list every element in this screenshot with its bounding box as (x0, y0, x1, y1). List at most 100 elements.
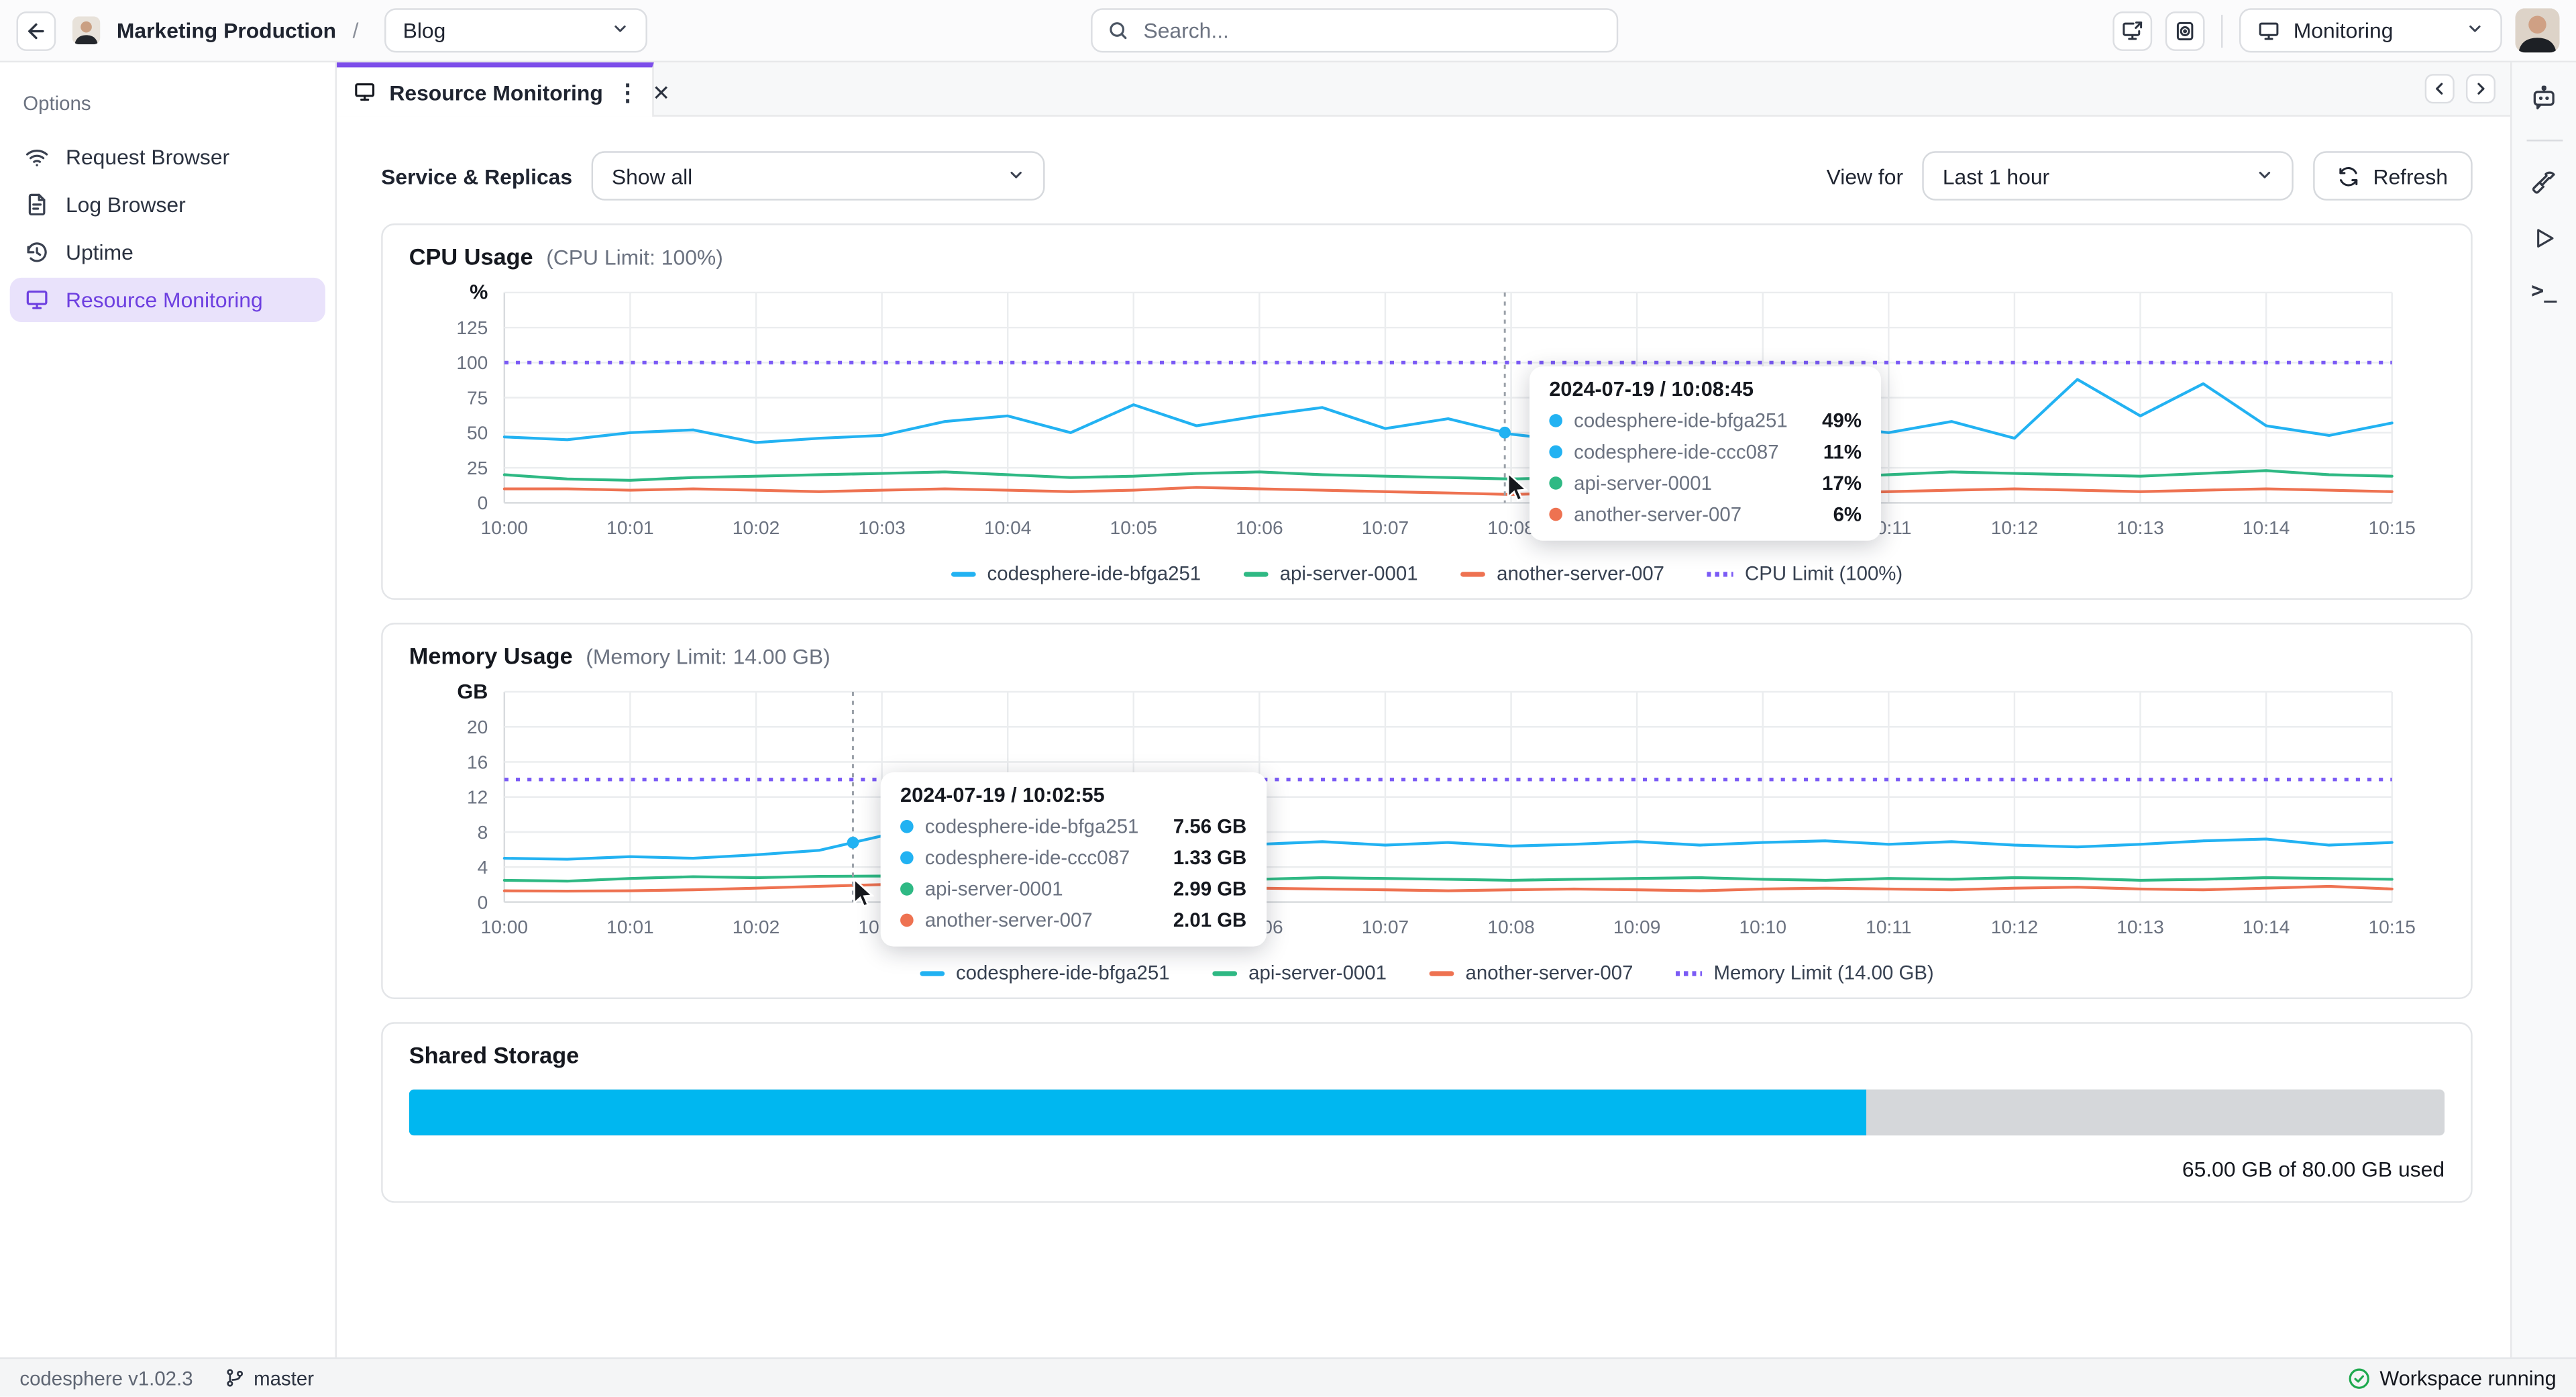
x-tick-label: 10:02 (733, 517, 780, 538)
check-circle-icon (2347, 1366, 2369, 1389)
time-range-select[interactable]: Last 1 hour (1923, 151, 2294, 200)
y-tick-label: 4 (478, 857, 488, 878)
y-tick-label: 16 (467, 752, 488, 772)
series-line-another-server-007 (504, 884, 2392, 891)
legend-item[interactable]: another-server-007 (1460, 562, 1664, 585)
sidebar: Options Request Browser Log Browser Upti… (0, 62, 337, 1357)
monitor-icon (25, 288, 50, 313)
series-line-api-server-0001 (504, 470, 2392, 480)
cpu-usage-chart[interactable]: 10:0010:0110:0210:0310:0410:0510:0610:07… (409, 276, 2448, 558)
cpu-limit-subtitle: (CPU Limit: 100%) (546, 245, 723, 270)
run-play-icon[interactable] (2531, 225, 2557, 252)
x-tick-label: 10:11 (1866, 917, 1911, 937)
legend-label: another-server-007 (1497, 562, 1664, 585)
series-dot (900, 882, 914, 896)
top-bar-divider (2221, 14, 2222, 47)
refresh-button[interactable]: Refresh (2314, 151, 2472, 200)
sidebar-item-request-browser[interactable]: Request Browser (10, 135, 325, 179)
memory-usage-card: Memory Usage (Memory Limit: 14.00 GB) 10… (381, 623, 2473, 999)
sidebar-item-label: Uptime (66, 240, 133, 265)
monitor-icon (2257, 19, 2280, 42)
legend-item-limit[interactable]: Memory Limit (14.00 GB) (1676, 962, 1934, 984)
x-tick-label: 10:07 (1362, 517, 1409, 538)
sidebar-item-label: Log Browser (66, 193, 186, 217)
search-input[interactable] (1140, 16, 1602, 44)
project-select[interactable]: Blog (385, 8, 648, 52)
tooltip-row: api-server-000117% (1549, 472, 1862, 495)
search-box[interactable] (1091, 8, 1618, 52)
tab-scroll-right-button[interactable] (2466, 74, 2496, 103)
tab-resource-monitoring[interactable]: Resource Monitoring ⋮ ✕ (337, 62, 654, 117)
y-tick-label: 0 (478, 892, 488, 913)
open-external-monitor-button[interactable] (2112, 11, 2152, 50)
legend-item-limit[interactable]: CPU Limit (100%) (1707, 562, 1903, 585)
tooltip-series-value: 2.99 GB (1150, 878, 1247, 900)
chevron-left-icon (2431, 81, 2447, 97)
tab-strip: Resource Monitoring ⋮ ✕ (337, 62, 2510, 117)
x-tick-label: 10:13 (2116, 917, 2163, 937)
sidebar-item-resource-monitoring[interactable]: Resource Monitoring (10, 278, 325, 322)
workspace-status: Workspace running (2347, 1366, 2556, 1389)
tooltip-series-value: 1.33 GB (1150, 846, 1247, 869)
x-tick-label: 10:13 (2116, 517, 2163, 538)
project-select-value: Blog (403, 18, 446, 43)
view-mode-select[interactable]: Monitoring (2239, 8, 2502, 52)
legend-item[interactable]: api-server-0001 (1244, 562, 1418, 585)
tooltip-series-name: api-server-0001 (1574, 472, 1712, 495)
tooltip-series-value: 2.01 GB (1150, 909, 1247, 931)
service-replicas-select[interactable]: Show all (592, 151, 1046, 200)
tooltip-series-name: another-server-007 (925, 909, 1093, 931)
tab-menu-icon[interactable]: ⋮ (616, 81, 639, 103)
controls-row: Service & Replicas Show all View for Las… (381, 151, 2473, 200)
chevron-down-icon (1008, 164, 1026, 189)
search-icon (1108, 19, 1129, 41)
screencast-button[interactable] (2165, 11, 2205, 50)
user-avatar[interactable] (2515, 8, 2559, 52)
status-bar: codesphere v1.02.3 master Workspace runn… (0, 1357, 2576, 1397)
tooltip-row: another-server-0076% (1549, 503, 1862, 525)
time-range-value: Last 1 hour (1943, 164, 2049, 189)
legend-item[interactable]: codesphere-ide-bfga251 (951, 562, 1201, 585)
legend-item[interactable]: codesphere-ide-bfga251 (920, 962, 1170, 984)
legend-swatch-dotted (1707, 571, 1733, 576)
memory-usage-chart[interactable]: 10:0010:0110:0210:0310:0410:0510:0610:07… (409, 676, 2448, 958)
tooltip-series-name: codesphere-ide-ccc087 (1574, 440, 1779, 463)
y-tick-label: 50 (467, 423, 488, 444)
legend-swatch (1212, 970, 1237, 975)
x-tick-label: 10:08 (1487, 517, 1534, 538)
x-tick-label: 10:10 (1739, 917, 1786, 937)
assistant-bot-icon[interactable] (2530, 84, 2558, 112)
back-button[interactable] (16, 11, 56, 50)
git-branch-icon (226, 1367, 246, 1389)
sidebar-item-uptime[interactable]: Uptime (10, 230, 325, 274)
git-branch[interactable]: master (226, 1366, 314, 1389)
right-toolbar: >_ (2510, 62, 2576, 1357)
build-hammer-icon[interactable] (2530, 169, 2558, 197)
tooltip-row: api-server-00012.99 GB (900, 878, 1246, 900)
tab-close-icon[interactable]: ✕ (652, 81, 670, 103)
terminal-icon[interactable]: >_ (2531, 279, 2557, 304)
y-tick-label: 75 (467, 387, 488, 408)
tooltip-row: codesphere-ide-ccc08711% (1549, 440, 1862, 463)
legend-item[interactable]: another-server-007 (1430, 962, 1633, 984)
memory-limit-subtitle: (Memory Limit: 14.00 GB) (586, 644, 830, 669)
legend-label: CPU Limit (100%) (1745, 562, 1902, 585)
top-bar-right: Monitoring (2112, 8, 2559, 52)
sidebar-item-log-browser[interactable]: Log Browser (10, 183, 325, 227)
tab-scroll-left-button[interactable] (2425, 74, 2455, 103)
x-tick-label: 10:14 (2243, 917, 2290, 937)
legend-item[interactable]: api-server-0001 (1212, 962, 1387, 984)
x-tick-label: 10:04 (984, 517, 1031, 538)
tooltip-row: codesphere-ide-bfga2517.56 GB (900, 815, 1246, 838)
storage-usage-text: 65.00 GB of 80.00 GB used (409, 1157, 2445, 1182)
y-tick-label: 0 (478, 493, 488, 513)
monitor-share-icon (2121, 19, 2144, 42)
x-tick-label: 10:09 (1613, 917, 1660, 937)
tab-label: Resource Monitoring (389, 80, 602, 105)
y-tick-label: 100 (456, 352, 488, 373)
workspace-name: Marketing Production (117, 18, 336, 43)
refresh-label: Refresh (2373, 164, 2448, 189)
y-tick-label: 8 (478, 822, 488, 843)
status-bar-left: codesphere v1.02.3 master (19, 1366, 314, 1389)
tooltip-timestamp: 2024-07-19 / 10:02:55 (900, 784, 1246, 807)
